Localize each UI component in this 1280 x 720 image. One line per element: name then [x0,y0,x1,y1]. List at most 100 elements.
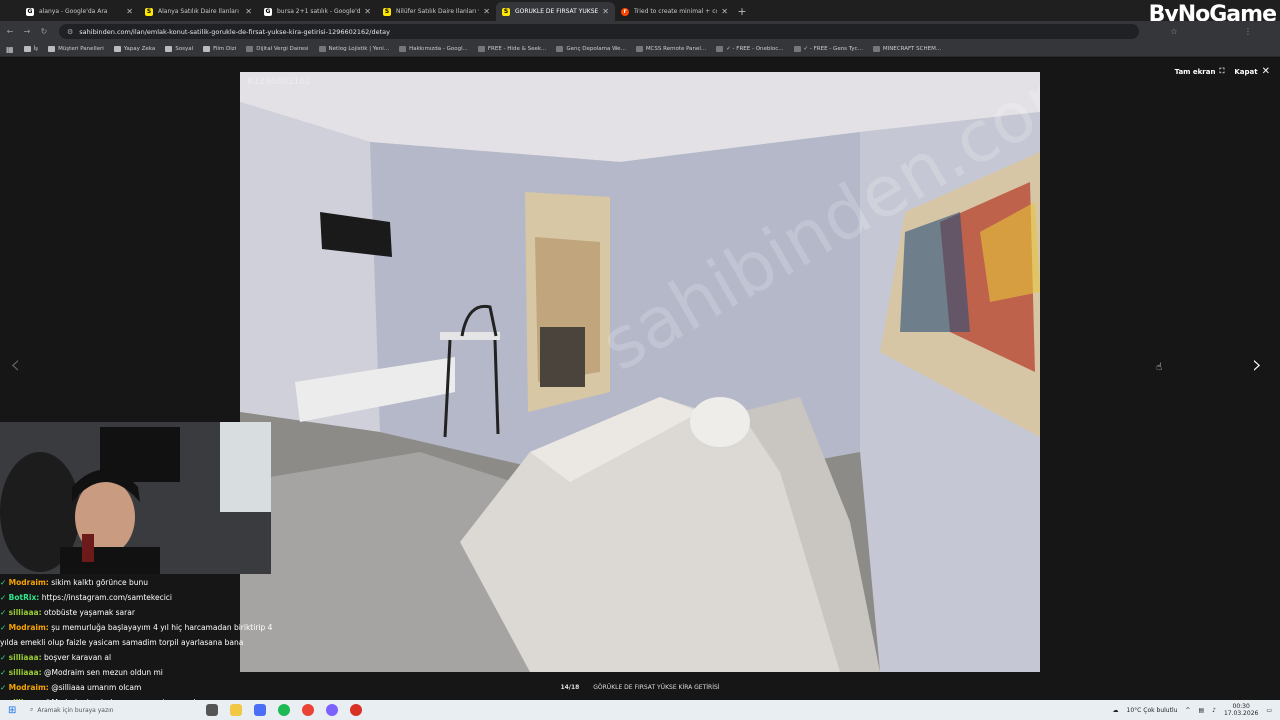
windows-start-icon[interactable]: ⊞ [8,705,16,716]
site-info-icon[interactable]: ⚙ [67,28,73,36]
bookmark-item[interactable]: ✓ - FREE - Gens Tyc... [793,46,863,52]
app-icon[interactable] [326,704,338,716]
close-tab-icon[interactable]: ✕ [364,7,371,16]
folder-icon [23,46,31,52]
volume-icon[interactable]: ♪ [1212,707,1216,714]
browser-tab[interactable]: S Alanya Satılık Daire İlanları ve ✕ [139,2,258,21]
close-tab-icon[interactable]: ✕ [483,7,490,16]
cursor-icon: ☝ [1156,362,1163,373]
close-label[interactable]: Kapat [1234,68,1257,76]
bookmark-star-icon[interactable]: ☆ [1167,27,1181,36]
tab-title: Nilüfer Satılık Daire İlanları ve [396,8,480,15]
bookmark-item[interactable]: ✓ - FREE - Onebloc... [716,46,784,52]
fullscreen-icon[interactable]: ⛶ [1219,67,1224,76]
site-icon [246,46,254,52]
bookmark-label: ✓ - FREE - Gens Tyc... [803,46,863,52]
tab-title: Tried to create minimal + cozy [634,8,718,15]
tab-title: GÖRÜKLE DE FIRSAT YÜKSE KİR [515,8,599,15]
next-arrow-icon[interactable]: › [1252,350,1262,380]
chat-message: ✓ Modraim: şu memurluğa başlayayım 4 yıl… [0,620,300,635]
bookmark-item[interactable]: Dijital Vergi Dairesi [246,46,309,52]
search-icon: ⌕ [30,706,34,713]
reddit-favicon-icon: r [621,7,629,16]
menu-icon[interactable]: ⋮ [1241,27,1255,36]
network-icon[interactable]: ▤ [1198,707,1204,714]
chat-username: Modraim: [8,578,49,587]
fullscreen-label[interactable]: Tam ekran [1175,68,1216,76]
chat-username: BotRix: [8,593,40,602]
chrome-icon[interactable] [302,704,314,716]
browser-tab[interactable]: r Tried to create minimal + cozy ✕ [615,2,734,21]
listing-id-watermark: #1296602162 [246,77,311,87]
sahibinden-favicon-icon: S [383,7,391,16]
forward-icon[interactable]: → [20,27,34,36]
reload-icon[interactable]: ↻ [37,27,51,36]
chat-text: @silliaaa umarım olcam [51,683,142,692]
close-icon[interactable]: ✕ [1262,66,1270,77]
bookmark-item[interactable]: FREE - Hide & Seek... [477,46,547,52]
chat-text: şu memurluğa başlayayım 4 yıl hiç harcam… [51,623,273,632]
browser-tab[interactable]: Galanya - Google'da Ara ✕ [20,2,139,21]
clock[interactable]: 00:30 17.03.2026 [1224,703,1258,717]
bookmark-item[interactable]: Sosyal [165,46,193,52]
chat-text: @Modraim sen mezun oldun mi [44,668,163,677]
chat-text: yılda emekli olup faizle yasicam samadim… [0,638,244,647]
bookmark-item[interactable]: MINECRAFT SCHEM... [872,46,941,52]
back-icon[interactable]: ← [3,27,17,36]
app-icon[interactable] [254,704,266,716]
chat-username: Modraim: [8,683,49,692]
folder-icon [113,46,121,52]
spotify-icon[interactable] [278,704,290,716]
chat-message: yılda emekli olup faizle yasicam samadim… [0,635,300,650]
tab-title: alanya - Google'da Ara [39,8,108,15]
close-tab-icon[interactable]: ✕ [245,7,252,16]
chat-message: ✓ silliaaa: otobüste yaşamak sarar [0,605,300,620]
chat-badge-icon: ✓ [0,578,9,587]
folder-icon [165,46,173,52]
previous-arrow-icon[interactable]: ‹ [10,350,20,380]
bookmark-item[interactable]: MCSS Remote Panel... [635,46,706,52]
close-tab-icon[interactable]: ✕ [721,7,728,16]
chat-badge-icon: ✓ [0,608,9,617]
close-tab-icon[interactable]: ✕ [602,7,609,16]
url-field[interactable]: ⚙ sahibinden.com/ilan/emlak-konut-satili… [59,24,1139,39]
listing-photo[interactable]: sahibinden.com #1296602162 [240,72,1040,672]
bookmark-item[interactable]: Yapay Zeka [113,46,155,52]
new-tab-button[interactable]: + [734,2,750,21]
chat-message: ✓ silliaaa: @Modraim sen mezun oldun mi [0,665,300,680]
file-explorer-icon[interactable] [230,704,242,716]
chat-badge-icon: ✓ [0,623,9,632]
tray-expand-icon[interactable]: ^ [1185,707,1190,714]
notifications-icon[interactable]: ▭ [1266,707,1272,714]
photo-counter: 14/18 [560,684,580,691]
stream-chat: ✓ Modraim: sikim kalktı görünce bunu ✓ Bo… [0,575,300,710]
tab-title: Alanya Satılık Daire İlanları ve [158,8,242,15]
task-view-icon[interactable] [206,704,218,716]
browser-tab[interactable]: Gbursa 2+1 satılık - Google'da A✕ [258,2,377,21]
webcam-overlay [0,422,271,574]
bookmark-item[interactable]: Genç Depolama We... [556,46,626,52]
bookmark-item[interactable]: İş [23,46,38,52]
bookmark-item[interactable]: Film Dizi [203,46,236,52]
bookmark-item[interactable]: Hakkımızda - Googl... [399,46,468,52]
bookmarks-bar: ▦ İş Müşteri Panelleri Yapay Zeka Sosyal Fil… [0,42,1280,57]
weather-text[interactable]: 10°C Çok bulutlu [1127,707,1178,714]
clock-date: 17.03.2026 [1223,710,1259,717]
bookmark-label: Film Dizi [213,46,237,52]
app-icon[interactable] [350,704,362,716]
chat-message: ✓ Modraim: sikim kalktı görünce bunu [0,575,300,590]
taskbar-search[interactable]: ⌕ Aramak için buraya yazın [30,703,200,717]
bookmark-item[interactable]: Netlog Lojistik | Yeni... [318,46,389,52]
system-tray: ☁ 10°C Çok bulutlu ^ ▤ ♪ 00:30 17.03.202… [1113,703,1280,717]
site-icon [716,46,724,52]
close-tab-icon[interactable]: ✕ [126,7,133,16]
apps-icon[interactable]: ▦ [6,45,14,54]
folder-icon [48,46,56,52]
bookmark-label: FREE - Hide & Seek... [487,46,547,52]
weather-icon[interactable]: ☁ [1113,707,1119,714]
chat-username: silliaaa: [8,608,42,617]
bookmark-item[interactable]: Müşteri Panelleri [48,46,104,52]
browser-tab[interactable]: S Nilüfer Satılık Daire İlanları ve ✕ [377,2,496,21]
browser-tab-active[interactable]: S GÖRÜKLE DE FIRSAT YÜKSE KİR✕ [496,2,615,21]
url-text: sahibinden.com/ilan/emlak-konut-satilik-… [79,27,391,36]
